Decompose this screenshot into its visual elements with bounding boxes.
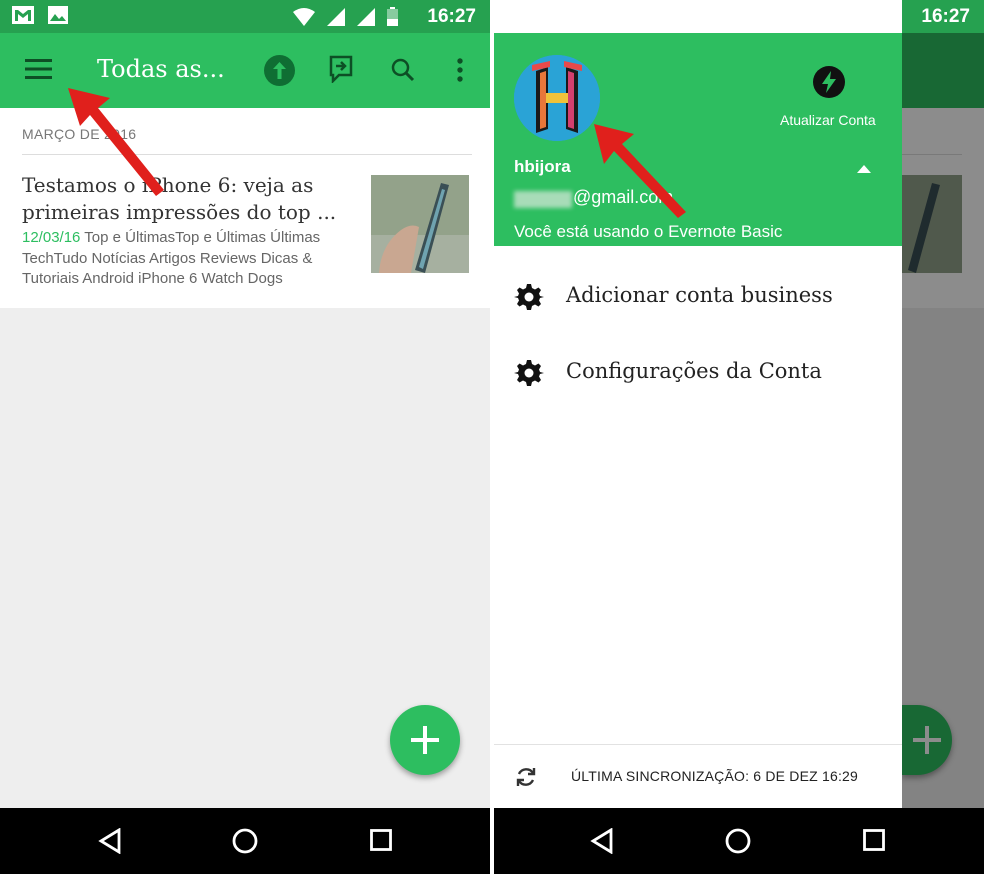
search-icon[interactable]	[391, 58, 415, 82]
menu-account-settings[interactable]: Configurações da Conta	[494, 343, 902, 403]
email-redaction	[514, 191, 572, 208]
avatar-h-logo-icon	[514, 55, 600, 141]
menu-add-business-account[interactable]: Adicionar conta business	[494, 267, 902, 327]
home-icon[interactable]	[725, 828, 751, 854]
navigation-drawer: Atualizar Conta hbijora @gmail.com Você …	[494, 0, 902, 808]
upgrade-bolt-icon[interactable]	[813, 66, 845, 98]
sync-icon	[516, 768, 536, 786]
note-thumbnail	[371, 175, 469, 273]
system-nav-bar	[494, 808, 984, 874]
expand-accounts-caret-icon[interactable]	[857, 165, 871, 173]
account-plan-text: Você está usando o Evernote Basic	[514, 222, 783, 241]
signal-icon-2	[357, 7, 375, 26]
gear-icon	[514, 284, 544, 310]
annotation-arrow	[68, 88, 164, 196]
menu-item-label: Configurações da Conta	[566, 359, 822, 383]
new-note-fab[interactable]	[390, 705, 460, 775]
note-date: 12/03/16	[22, 229, 81, 246]
sync-footer[interactable]: ÚLTIMA SINCRONIZAÇÃO: 6 DE DEZ 16:29	[494, 744, 902, 808]
wifi-icon	[293, 7, 315, 26]
back-icon[interactable]	[590, 828, 614, 854]
upgrade-account-label[interactable]: Atualizar Conta	[780, 112, 876, 128]
left-screen: 16:27 Todas as... MARÇO DE 2016 Testamos…	[0, 0, 490, 874]
hamburger-menu-icon[interactable]	[25, 59, 52, 79]
account-avatar[interactable]	[514, 55, 600, 141]
status-time: 16:27	[427, 6, 476, 27]
image-notification-icon	[48, 6, 68, 24]
work-chat-icon[interactable]	[329, 55, 353, 83]
account-username: hbijora	[514, 157, 571, 176]
back-icon[interactable]	[98, 828, 122, 854]
annotation-arrow	[594, 124, 686, 218]
recents-icon[interactable]	[370, 829, 392, 851]
signal-icon	[327, 7, 345, 26]
last-sync-label: ÚLTIMA SINCRONIZAÇÃO: 6 DE DEZ 16:29	[571, 768, 859, 784]
battery-icon	[387, 7, 398, 26]
note-snippet: 12/03/16 Top e ÚltimasTop e Últimas Últi…	[22, 228, 367, 290]
gmail-notification-icon	[12, 6, 34, 24]
more-options-icon[interactable]	[457, 58, 463, 82]
toolbar-title: Todas as...	[97, 55, 225, 83]
gear-icon	[514, 360, 544, 386]
status-time: 16:27	[921, 6, 970, 27]
status-bar: 16:27	[0, 0, 490, 33]
home-icon[interactable]	[232, 828, 258, 854]
right-screen: 16:27 Atualizar Conta hbijora @gmail.com…	[494, 0, 984, 874]
sync-upload-icon[interactable]	[264, 55, 295, 86]
account-header: Atualizar Conta hbijora @gmail.com Você …	[494, 33, 902, 246]
recents-icon[interactable]	[863, 829, 885, 851]
system-nav-bar	[0, 808, 490, 874]
menu-item-label: Adicionar conta business	[566, 283, 833, 307]
